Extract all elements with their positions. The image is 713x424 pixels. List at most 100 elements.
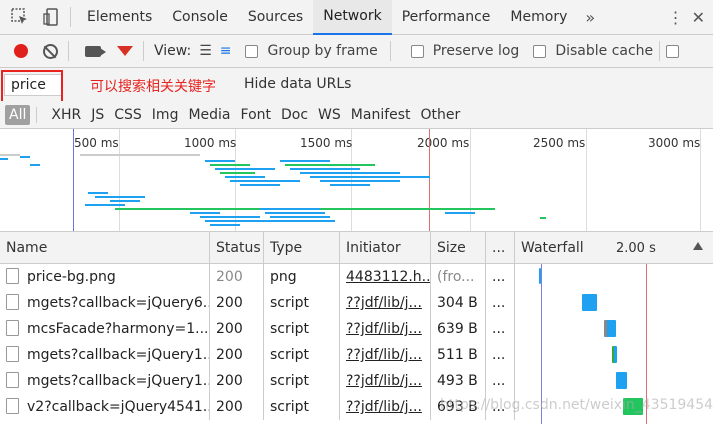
file-icon (6, 268, 19, 284)
request-name-text: v2?callback=jQuery4541... (27, 399, 210, 415)
overview-tick-label: 1000 ms (184, 136, 237, 150)
column-time[interactable]: ... (486, 232, 515, 264)
request-time: ... (486, 368, 515, 394)
overview-request-bar (88, 192, 108, 194)
tab-console[interactable]: Console (162, 0, 238, 35)
overview-request-bar (205, 160, 235, 162)
request-status: 200 (210, 290, 264, 316)
tab-performance[interactable]: Performance (392, 0, 501, 35)
overview-request-bar (320, 180, 400, 182)
request-initiator-link[interactable]: ??jdf/lib/j... (340, 342, 431, 368)
tab-elements[interactable]: Elements (77, 0, 162, 35)
file-icon (6, 294, 19, 310)
kebab-menu-icon[interactable]: ⋮ (662, 8, 690, 27)
offline-checkbox[interactable] (666, 44, 680, 58)
request-status: 200 (210, 316, 264, 342)
resource-type-filter: All XHR JS CSS Img Media Font Doc WS Man… (0, 101, 713, 129)
annotation-text: 可以搜索相关关键字 (90, 79, 216, 95)
request-size: (fro... (431, 264, 486, 290)
column-type[interactable]: Type (264, 232, 340, 264)
overview-request-bar (200, 216, 260, 218)
tab-sources[interactable]: Sources (238, 0, 313, 35)
tab-network[interactable]: Network (313, 0, 392, 35)
type-xhr[interactable]: XHR (51, 107, 81, 123)
large-rows-icon[interactable]: ☰ (199, 43, 212, 59)
waterfall-bar (616, 372, 627, 389)
checkbox-box[interactable] (533, 44, 547, 58)
more-tabs-icon[interactable]: » (577, 8, 603, 27)
preserve-log-label: Preserve log (432, 43, 520, 59)
sort-ascending-icon[interactable] (693, 242, 703, 250)
inspect-element-icon[interactable] (8, 5, 32, 29)
overview-request-bar (220, 172, 255, 174)
file-icon (6, 346, 19, 362)
load-event-line (429, 129, 430, 231)
overview-request-bar (205, 220, 275, 222)
request-name-text: mgets?callback=jQuery1... (27, 347, 210, 363)
overview-tick-label: 3000 ms (648, 136, 701, 150)
column-status[interactable]: Status (210, 232, 264, 264)
overview-request-bar (445, 212, 475, 214)
overview-request-bar (95, 196, 145, 198)
request-status: 200 (210, 394, 264, 420)
type-media[interactable]: Media (188, 107, 230, 123)
checkbox-box[interactable] (245, 44, 259, 58)
disable-cache-checkbox[interactable]: Disable cache (533, 43, 653, 59)
toolbar-separator (143, 41, 144, 61)
filter-icon[interactable] (117, 46, 133, 56)
request-initiator-link[interactable]: ??jdf/lib/j... (340, 368, 431, 394)
request-status: 200 (210, 264, 264, 290)
tab-memory[interactable]: Memory (500, 0, 577, 35)
record-button[interactable] (14, 44, 28, 58)
checkbox-box[interactable] (410, 44, 424, 58)
request-initiator-link[interactable]: ??jdf/lib/j... (340, 316, 431, 342)
type-font[interactable]: Font (241, 107, 271, 123)
request-time: ... (486, 342, 515, 368)
network-overview[interactable]: 500 ms 1000 ms 1500 ms 2000 ms 2500 ms 3… (0, 129, 713, 232)
type-js[interactable]: JS (91, 107, 104, 123)
group-by-frame-checkbox[interactable]: Group by frame (245, 43, 378, 59)
request-time: ... (486, 264, 515, 290)
group-by-frame-label: Group by frame (267, 43, 378, 59)
type-ws[interactable]: WS (318, 107, 341, 123)
highlight-box (1, 70, 63, 103)
device-toolbar-icon[interactable] (40, 5, 64, 29)
request-initiator-link[interactable]: ??jdf/lib/j... (340, 290, 431, 316)
request-time: ... (486, 290, 515, 316)
hide-data-urls-label[interactable]: Hide data URLs (244, 76, 351, 92)
type-css[interactable]: CSS (114, 107, 142, 123)
request-initiator-link[interactable]: ??jdf/lib/j... (340, 394, 431, 420)
column-size[interactable]: Size (431, 232, 486, 264)
close-icon[interactable]: ✕ (690, 8, 713, 27)
type-other[interactable]: Other (421, 107, 461, 123)
preserve-log-checkbox[interactable]: Preserve log (410, 43, 520, 59)
type-all[interactable]: All (5, 104, 31, 125)
overview-request-bar (20, 156, 30, 158)
overview-request-bar (0, 154, 20, 156)
overview-request-bar (210, 224, 240, 226)
type-manifest[interactable]: Manifest (351, 107, 411, 123)
overview-request-bar (270, 216, 330, 218)
toolbar-separator (659, 41, 661, 61)
overview-request-bar (110, 200, 140, 202)
overview-request-bar (225, 176, 265, 178)
request-name-text: mgets?callback=jQuery1... (27, 373, 210, 389)
clear-icon[interactable] (43, 43, 58, 59)
overview-request-bar (540, 217, 546, 219)
overview-request-bar (280, 160, 330, 162)
type-doc[interactable]: Doc (281, 107, 308, 123)
type-img[interactable]: Img (152, 107, 179, 123)
column-initiator[interactable]: Initiator (340, 232, 431, 264)
overview-request-bar (130, 154, 190, 156)
request-type: script (264, 342, 340, 368)
column-waterfall[interactable]: Waterfall (515, 232, 713, 264)
overview-request-bar (30, 164, 40, 166)
request-status: 200 (210, 368, 264, 394)
view-label: View: (154, 43, 192, 59)
screenshot-camera-icon[interactable] (85, 45, 106, 57)
request-initiator-link[interactable]: 4483112.h... (340, 264, 431, 290)
disable-cache-label: Disable cache (555, 43, 654, 59)
waterfall-bar (612, 346, 617, 363)
column-name[interactable]: Name (0, 232, 210, 264)
waterfall-view-icon[interactable]: ≡ (220, 43, 232, 59)
